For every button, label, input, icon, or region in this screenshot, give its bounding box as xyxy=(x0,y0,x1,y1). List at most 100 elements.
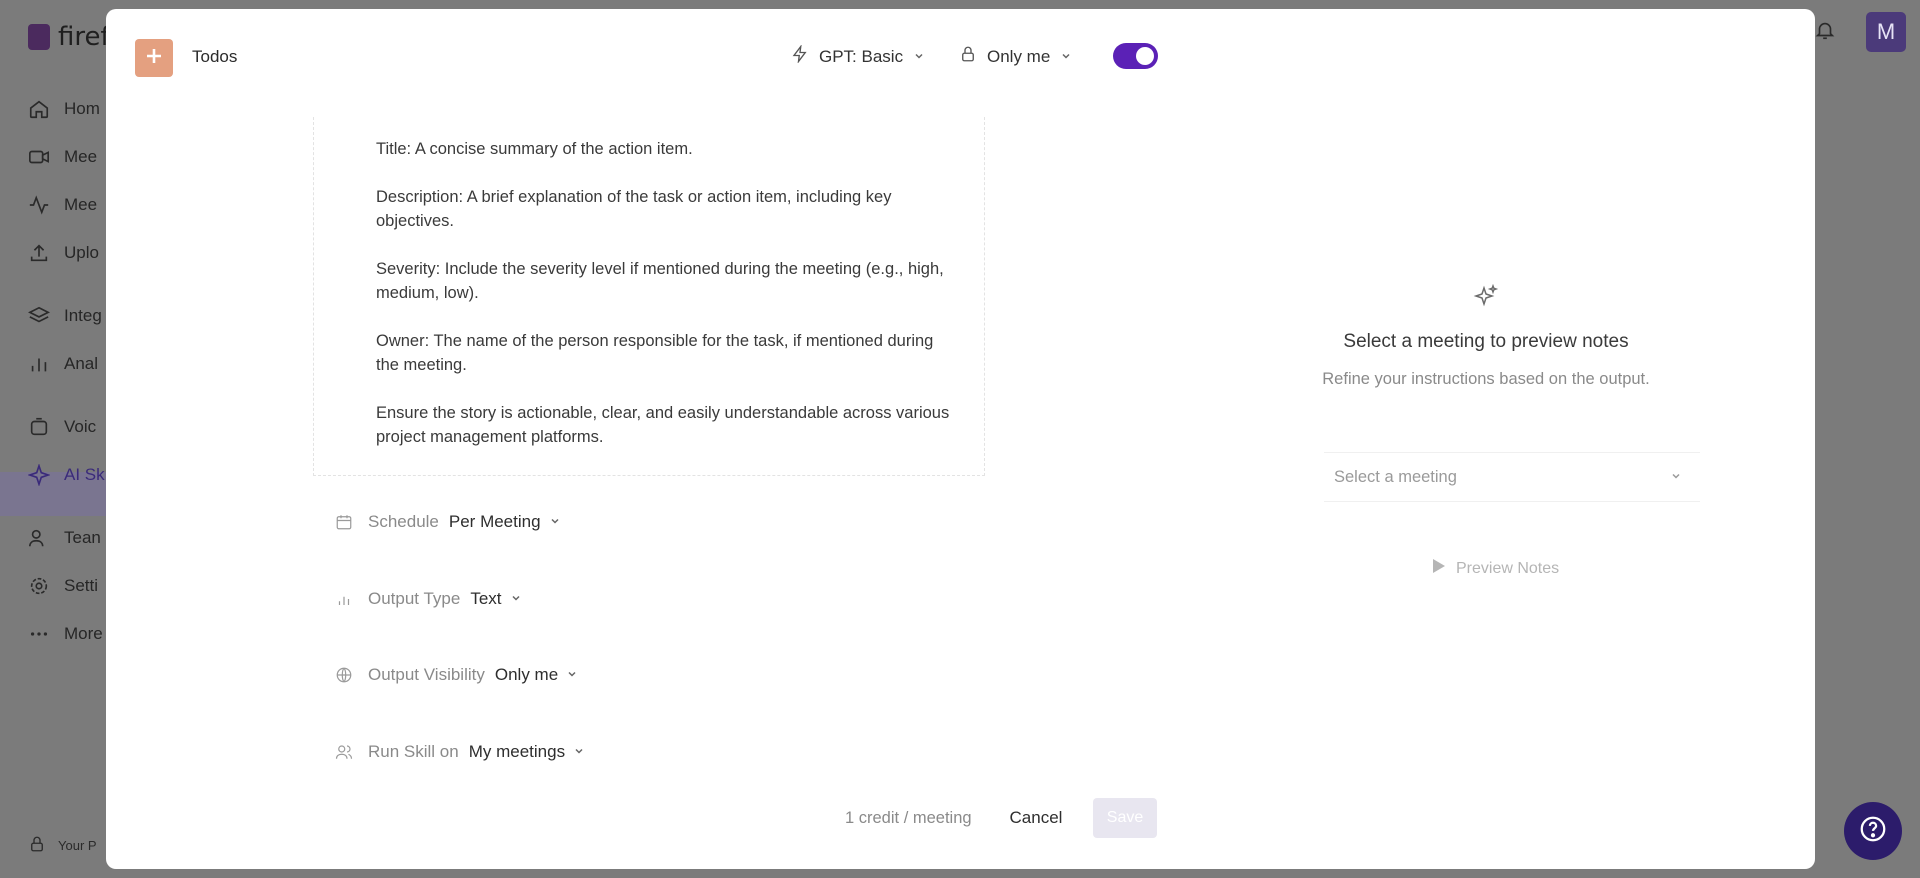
chevron-down-icon xyxy=(549,512,561,532)
credit-cost: 1 credit / meeting xyxy=(845,809,972,827)
output-type-label: Output Type xyxy=(368,589,461,608)
chevron-down-icon xyxy=(566,665,578,685)
output-visibility-value: Only me xyxy=(494,665,559,684)
cancel-button[interactable]: Cancel xyxy=(994,798,1078,838)
sidebar-item-ai-skills[interactable]: AI Sk xyxy=(28,464,105,486)
sparkle-icon xyxy=(28,464,50,486)
skill-title[interactable]: Todos xyxy=(192,47,237,67)
output-type-value: Text xyxy=(470,589,502,608)
chevron-down-icon xyxy=(573,742,585,762)
output-type-dropdown[interactable]: Text xyxy=(470,589,521,609)
prompt-paragraph: Severity: Include the severity level if … xyxy=(376,260,944,302)
chevron-down-icon xyxy=(1060,47,1072,67)
sidebar-item-more[interactable]: More xyxy=(28,623,103,645)
prompt-paragraph: Description: A brief explanation of the … xyxy=(376,188,892,230)
sidebar-item-team[interactable]: Tean xyxy=(28,527,101,549)
output-type-setting: Output Type Text xyxy=(334,589,522,609)
output-visibility-label: Output Visibility xyxy=(368,665,485,684)
lightning-icon xyxy=(791,44,809,68)
run-skill-on-label: Run Skill on xyxy=(368,742,459,761)
prompt-paragraph: Title: A concise summary of the action i… xyxy=(376,140,693,158)
sidebar-item-meetings[interactable]: Mee xyxy=(28,146,97,168)
run-skill-on-dropdown[interactable]: My meetings xyxy=(469,742,585,762)
activity-icon xyxy=(28,194,50,216)
save-button[interactable]: Save xyxy=(1093,798,1157,838)
sidebar-item-label: Uplo xyxy=(64,243,99,262)
play-icon xyxy=(1432,558,1446,579)
sidebar-item-meeting-status[interactable]: Mee xyxy=(28,194,97,216)
model-label: GPT: Basic xyxy=(819,46,904,66)
meeting-select-placeholder: Select a meeting xyxy=(1334,467,1457,486)
upload-icon xyxy=(28,242,50,264)
logo-text: firef xyxy=(58,22,110,52)
chevron-down-icon xyxy=(510,589,522,609)
sidebar-item-label: Anal xyxy=(64,354,99,373)
preview-title: Select a meeting to preview notes xyxy=(1343,331,1629,352)
output-visibility-dropdown[interactable]: Only me xyxy=(495,665,578,685)
app-logo: firef xyxy=(28,22,110,52)
sidebar-item-label: Tean xyxy=(64,528,101,547)
sidebar-footer: Your P xyxy=(28,835,97,856)
plus-icon xyxy=(147,48,161,68)
globe-icon xyxy=(334,665,354,685)
calendar-icon xyxy=(334,512,354,532)
sidebar-item-label: Voic xyxy=(64,417,97,436)
sidebar-item-label: More xyxy=(64,624,103,643)
users-icon xyxy=(334,742,354,762)
sidebar-item-settings[interactable]: Setti xyxy=(28,575,98,597)
preview-subtitle: Refine your instructions based on the ou… xyxy=(1322,370,1650,388)
bar-chart-icon xyxy=(28,353,50,375)
preview-notes-button[interactable]: Preview Notes xyxy=(1432,558,1559,579)
sidebar-item-label: Integ xyxy=(64,306,102,325)
sidebar-item-integrations[interactable]: Integ xyxy=(28,305,102,327)
more-icon xyxy=(28,623,50,645)
prompt-paragraph: Owner: The name of the person responsibl… xyxy=(376,332,934,374)
skill-badge xyxy=(135,39,173,77)
prompt-text[interactable]: Title: A concise summary of the action i… xyxy=(376,137,956,473)
prompt-paragraph: Ensure the story is actionable, clear, a… xyxy=(376,404,950,446)
voice-icon xyxy=(28,416,50,438)
modal-header: Todos GPT: Basic Only me xyxy=(106,9,1815,105)
bell-icon[interactable] xyxy=(1814,19,1836,46)
sidebar-item-label: Setti xyxy=(64,576,99,595)
sidebar-item-uploads[interactable]: Uplo xyxy=(28,242,99,264)
sidebar-item-label: AI Sk xyxy=(64,465,105,484)
output-visibility-setting: Output Visibility Only me xyxy=(334,665,578,685)
layers-icon xyxy=(28,305,50,327)
skill-enabled-toggle[interactable] xyxy=(1113,43,1158,69)
preview-panel: Select a meeting to preview notes Refine… xyxy=(1296,283,1676,394)
preview-notes-label: Preview Notes xyxy=(1456,559,1560,577)
run-skill-on-value: My meetings xyxy=(468,742,566,761)
schedule-value: Per Meeting xyxy=(448,512,541,531)
top-right-actions: M xyxy=(1814,12,1906,52)
prompt-editor[interactable]: Title: A concise summary of the action i… xyxy=(313,117,985,476)
meeting-select[interactable]: Select a meeting xyxy=(1324,452,1700,502)
chevron-down-icon xyxy=(1670,468,1682,487)
sidebar-item-analytics[interactable]: Anal xyxy=(28,353,98,375)
toggle-knob xyxy=(1136,47,1154,65)
lock-icon xyxy=(959,45,977,68)
sidebar-item-home[interactable]: Hom xyxy=(28,98,100,120)
help-icon xyxy=(1858,814,1888,849)
model-dropdown[interactable]: GPT: Basic xyxy=(791,44,925,68)
help-button[interactable] xyxy=(1844,802,1902,860)
logo-mark xyxy=(28,24,50,50)
sidebar-footer-text: Your P xyxy=(58,838,97,853)
privacy-dropdown[interactable]: Only me xyxy=(959,45,1072,68)
run-skill-on-setting: Run Skill on My meetings xyxy=(334,742,585,762)
chevron-down-icon xyxy=(913,47,925,67)
avatar[interactable]: M xyxy=(1866,12,1906,52)
sidebar-item-label: Mee xyxy=(64,147,98,166)
privacy-label: Only me xyxy=(987,46,1051,66)
schedule-setting: Schedule Per Meeting xyxy=(334,512,561,532)
team-icon xyxy=(28,527,50,549)
sparkles-icon xyxy=(1296,283,1676,315)
video-icon xyxy=(28,146,50,168)
bar-chart-icon xyxy=(334,589,354,609)
schedule-dropdown[interactable]: Per Meeting xyxy=(449,512,561,532)
schedule-label: Schedule xyxy=(368,512,439,531)
sidebar-item-label: Hom xyxy=(64,99,100,118)
sidebar-item-label: Mee xyxy=(64,195,98,214)
lock-icon xyxy=(28,835,46,856)
sidebar-item-voice[interactable]: Voic xyxy=(28,416,96,438)
